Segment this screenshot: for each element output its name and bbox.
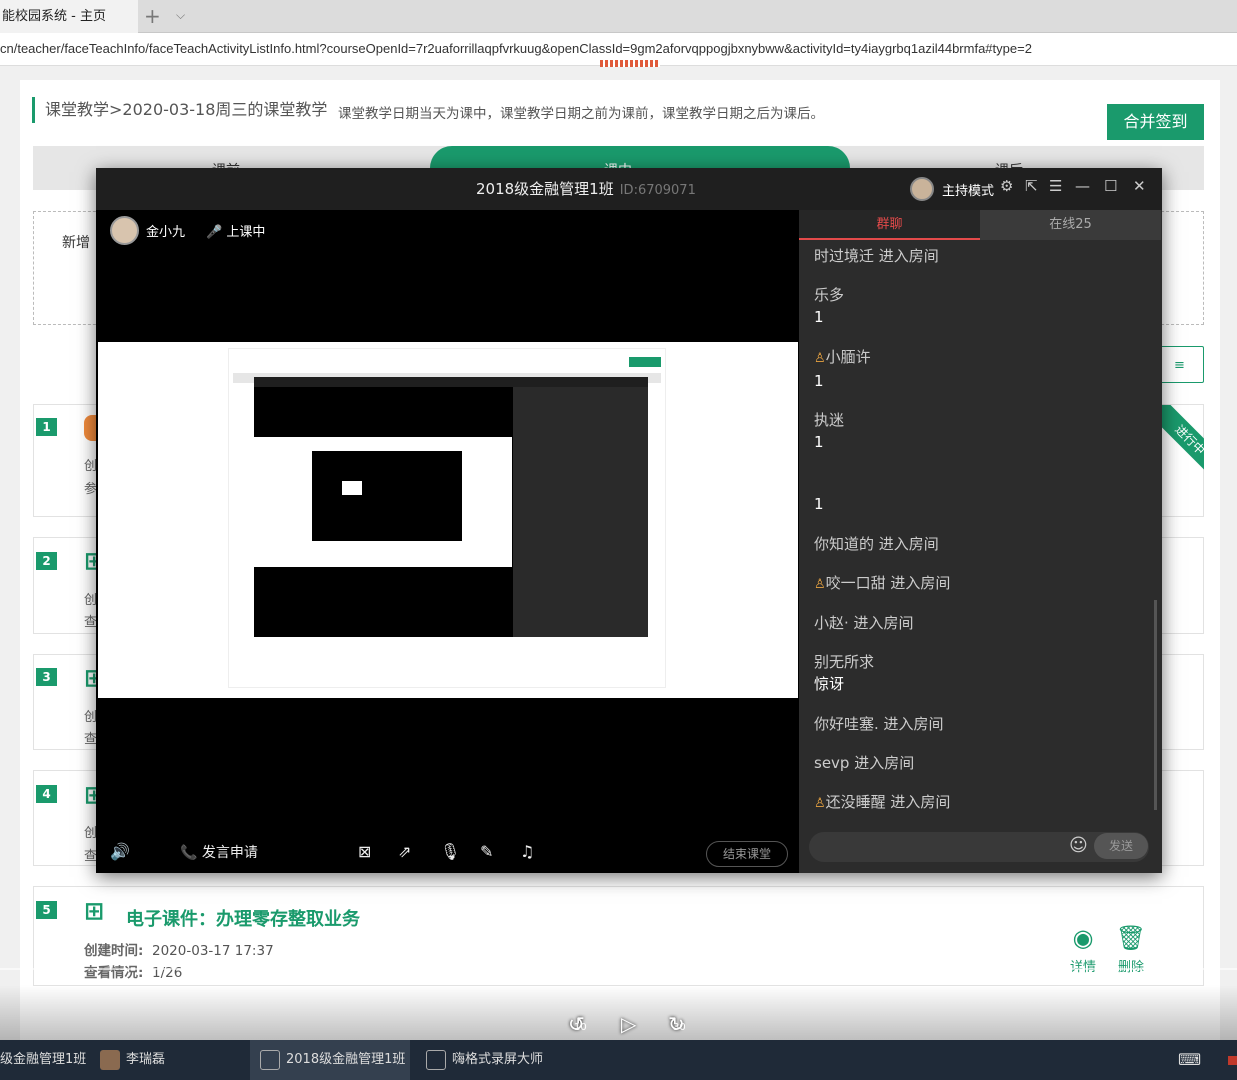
date-note: 课堂教学日期当天为课中，课堂教学日期之前为课前，课堂教学日期之后为课后。 [338, 106, 824, 122]
play-icon[interactable]: ▷ [621, 1012, 636, 1036]
chat-message: 你知道的 进入房间 [814, 535, 939, 553]
user-avatar-icon [100, 1049, 120, 1070]
player-overlay [0, 985, 1237, 1040]
new-tab-button[interactable]: + [144, 4, 161, 28]
merge-signin-button[interactable]: 合并签到 [1107, 104, 1204, 140]
menu-icon[interactable]: ☰ [1049, 177, 1062, 195]
edit-icon[interactable]: ✎ [480, 842, 493, 861]
chat-message: 你好哇塞. 进入房间 [814, 715, 944, 733]
speaker-icon[interactable]: 🔊 [110, 842, 130, 861]
os-taskbar: 级金融管理1班 李瑞磊 2018级金融管理1班 嗨格式录屏大师 ⌨ [0, 1040, 1237, 1080]
nested-live-window [254, 377, 648, 637]
chat-message: ♙还没睡醒 进入房间 [814, 793, 951, 811]
chat-message: ♙小腼许 1 [814, 348, 871, 390]
url-text[interactable]: cn/teacher/faceTeachInfo/faceTeachActivi… [0, 41, 1032, 56]
microphone-icon[interactable]: 🎙 [440, 842, 460, 861]
tab-online[interactable]: 在线25 [980, 210, 1161, 240]
close-icon[interactable]: ✕ [1133, 177, 1146, 195]
user-badge-icon: ♙ [814, 351, 826, 366]
browser-tabbar: 能校园系统 - 主页 + ⌵ [0, 0, 1237, 33]
recorder-icon [426, 1049, 446, 1070]
breadcrumb: 课堂教学>2020-03-18周三的课堂教学 [32, 97, 327, 123]
share-screen-icon[interactable]: ⇗ [398, 842, 411, 861]
host-avatar[interactable] [910, 177, 934, 201]
chat-message: 小赵· 进入房间 [814, 614, 914, 632]
chat-message: 乐多 1 [814, 286, 845, 326]
apply-speak-button[interactable]: 📞 发言申请 [180, 842, 258, 862]
card-view-stats: 查看情况: 1/26 [84, 965, 183, 981]
nested-titlebar [254, 377, 648, 387]
host-mode-label[interactable]: 主持模式 [942, 180, 994, 199]
taskbar-item[interactable]: 李瑞磊 [100, 1040, 240, 1080]
class-title: 2018级金融管理1班 ID:6709071 [476, 180, 696, 198]
courseware-icon: ⊞ [84, 897, 105, 925]
card-number: 4 [36, 785, 57, 803]
chat-scrollbar[interactable] [1154, 600, 1157, 810]
chat-message: 执迷 1 [814, 411, 845, 451]
forward-seconds: 30 [673, 1022, 686, 1033]
presenter-name: 金小九 [146, 225, 186, 240]
tab-group-chat[interactable]: 群聊 [799, 210, 980, 240]
playback-progress[interactable] [0, 968, 1237, 970]
keyboard-icon[interactable]: ⌨ [1178, 1040, 1201, 1080]
send-button[interactable]: 发送 [1094, 833, 1148, 859]
user-badge-icon: ♙ [814, 796, 826, 811]
tab-menu-chevron-icon[interactable]: ⌵ [176, 8, 185, 23]
nested-window-deep [312, 451, 462, 541]
taskbar-item[interactable]: 级金融管理1班 [0, 1040, 90, 1080]
nested-recursive-preview [342, 481, 362, 495]
end-class-button[interactable]: 结束课堂 [706, 841, 788, 867]
taskbar-item[interactable]: 嗨格式录屏大师 [420, 1040, 580, 1080]
chat-tabs: 群聊 在线25 [799, 210, 1162, 240]
maximize-icon[interactable]: ☐ [1104, 177, 1117, 195]
nested-merge-button [629, 357, 661, 367]
nested-chat-panel [513, 387, 648, 637]
user-badge-icon: ♙ [814, 577, 826, 592]
browser-tab[interactable]: 能校园系统 - 主页 [0, 0, 138, 33]
nested-shared-screen [254, 437, 512, 567]
minimize-icon[interactable]: — [1075, 177, 1090, 195]
shared-screen [98, 342, 798, 698]
class-toolbar: 🔊 📞 发言申请 ⊠ ⇗ 🎙 ✎ ♫ [96, 830, 799, 873]
live-class-window: 2018级金融管理1班 ID:6709071 主持模式 ⚙ ⇱ ☰ — ☐ ✕ 金… [96, 168, 1162, 873]
card-number: 1 [36, 418, 57, 436]
eye-icon: ◉ [1072, 924, 1094, 952]
rewind-seconds: 10 [574, 1022, 587, 1033]
mic-status: 🎤 上课中 [206, 225, 266, 240]
chat-message: 时过境迁 进入房间 [814, 247, 939, 265]
window-icon [260, 1049, 280, 1070]
chat-message: 别无所求 惊讶 [814, 653, 875, 693]
chat-message: 1 [814, 495, 824, 513]
card-number: 2 [36, 552, 57, 570]
popout-icon[interactable]: ⇱ [1025, 177, 1038, 195]
chat-message: sevp 进入房间 [814, 754, 915, 772]
music-icon[interactable]: ♫ [520, 842, 534, 861]
loading-indicator [600, 60, 660, 67]
chat-panel: 群聊 在线25 时过境迁 进入房间 乐多 1 ♙小腼许 1 执迷 1 1 你知道的 进… [799, 210, 1162, 873]
taskbar-item-active[interactable]: 2018级金融管理1班 [250, 1040, 410, 1080]
emoji-icon[interactable]: ☺ [1069, 835, 1088, 856]
activity-card[interactable] [33, 886, 1204, 986]
trash-icon: 🗑 [1115, 924, 1147, 952]
chat-message: ♙咬一口甜 进入房间 [814, 574, 951, 592]
window-titlebar[interactable]: 2018级金融管理1班 ID:6709071 主持模式 ⚙ ⇱ ☰ — ☐ ✕ [96, 168, 1162, 210]
card-created: 创建时间: 2020-03-17 17:37 [84, 943, 274, 959]
camera-off-icon[interactable]: ⊠ [358, 842, 371, 861]
filter-button[interactable]: ≡ [1155, 346, 1204, 383]
settings-icon[interactable]: ⚙ [1000, 177, 1013, 195]
new-activity-label: 新增 [62, 235, 90, 251]
tray-indicator[interactable] [1228, 1056, 1237, 1065]
card-number: 3 [36, 668, 57, 686]
card-number: 5 [36, 901, 57, 919]
presenter-avatar [110, 216, 139, 245]
card-title[interactable]: 电子课件：办理零存整取业务 [126, 905, 360, 931]
